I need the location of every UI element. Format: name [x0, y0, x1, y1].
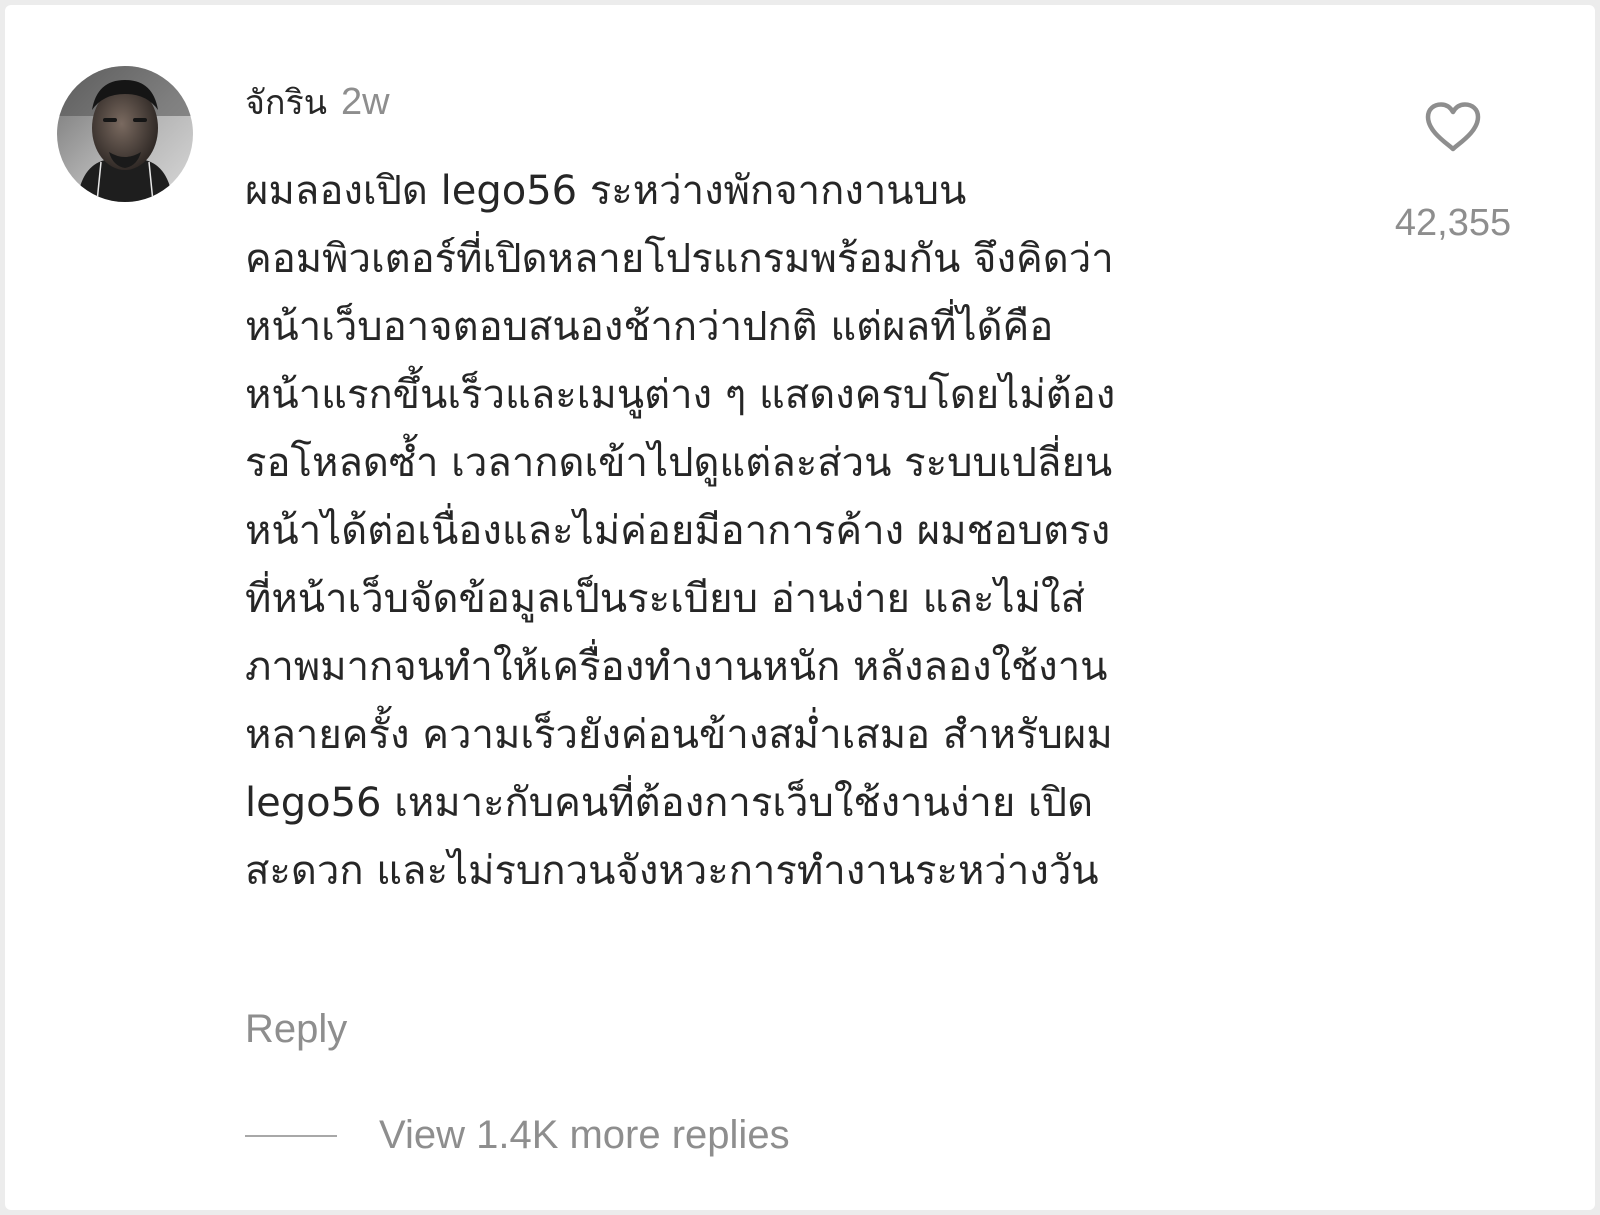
avatar[interactable]: [57, 66, 193, 202]
comment-header: จักริน 2w: [245, 77, 390, 128]
username[interactable]: จักริน: [245, 83, 327, 123]
view-replies-label: View 1.4K more replies: [379, 1113, 790, 1157]
comment-text: ผมลองเปิด lego56 ระหว่างพักจากงานบน คอมพ…: [245, 168, 1116, 894]
heart-outline-icon[interactable]: [1424, 101, 1482, 158]
like-section: 42,355: [1393, 101, 1513, 245]
timestamp: 2w: [341, 81, 390, 123]
divider-line: [245, 1134, 337, 1137]
like-count: 42,355: [1394, 202, 1512, 244]
comment-card: จักริน 2w ผมลองเปิด lego56 ระหว่างพักจากง…: [5, 5, 1595, 1210]
avatar-photo: [57, 66, 193, 202]
view-replies-button[interactable]: View 1.4K more replies: [245, 1113, 790, 1158]
reply-button[interactable]: Reply: [245, 1007, 347, 1052]
